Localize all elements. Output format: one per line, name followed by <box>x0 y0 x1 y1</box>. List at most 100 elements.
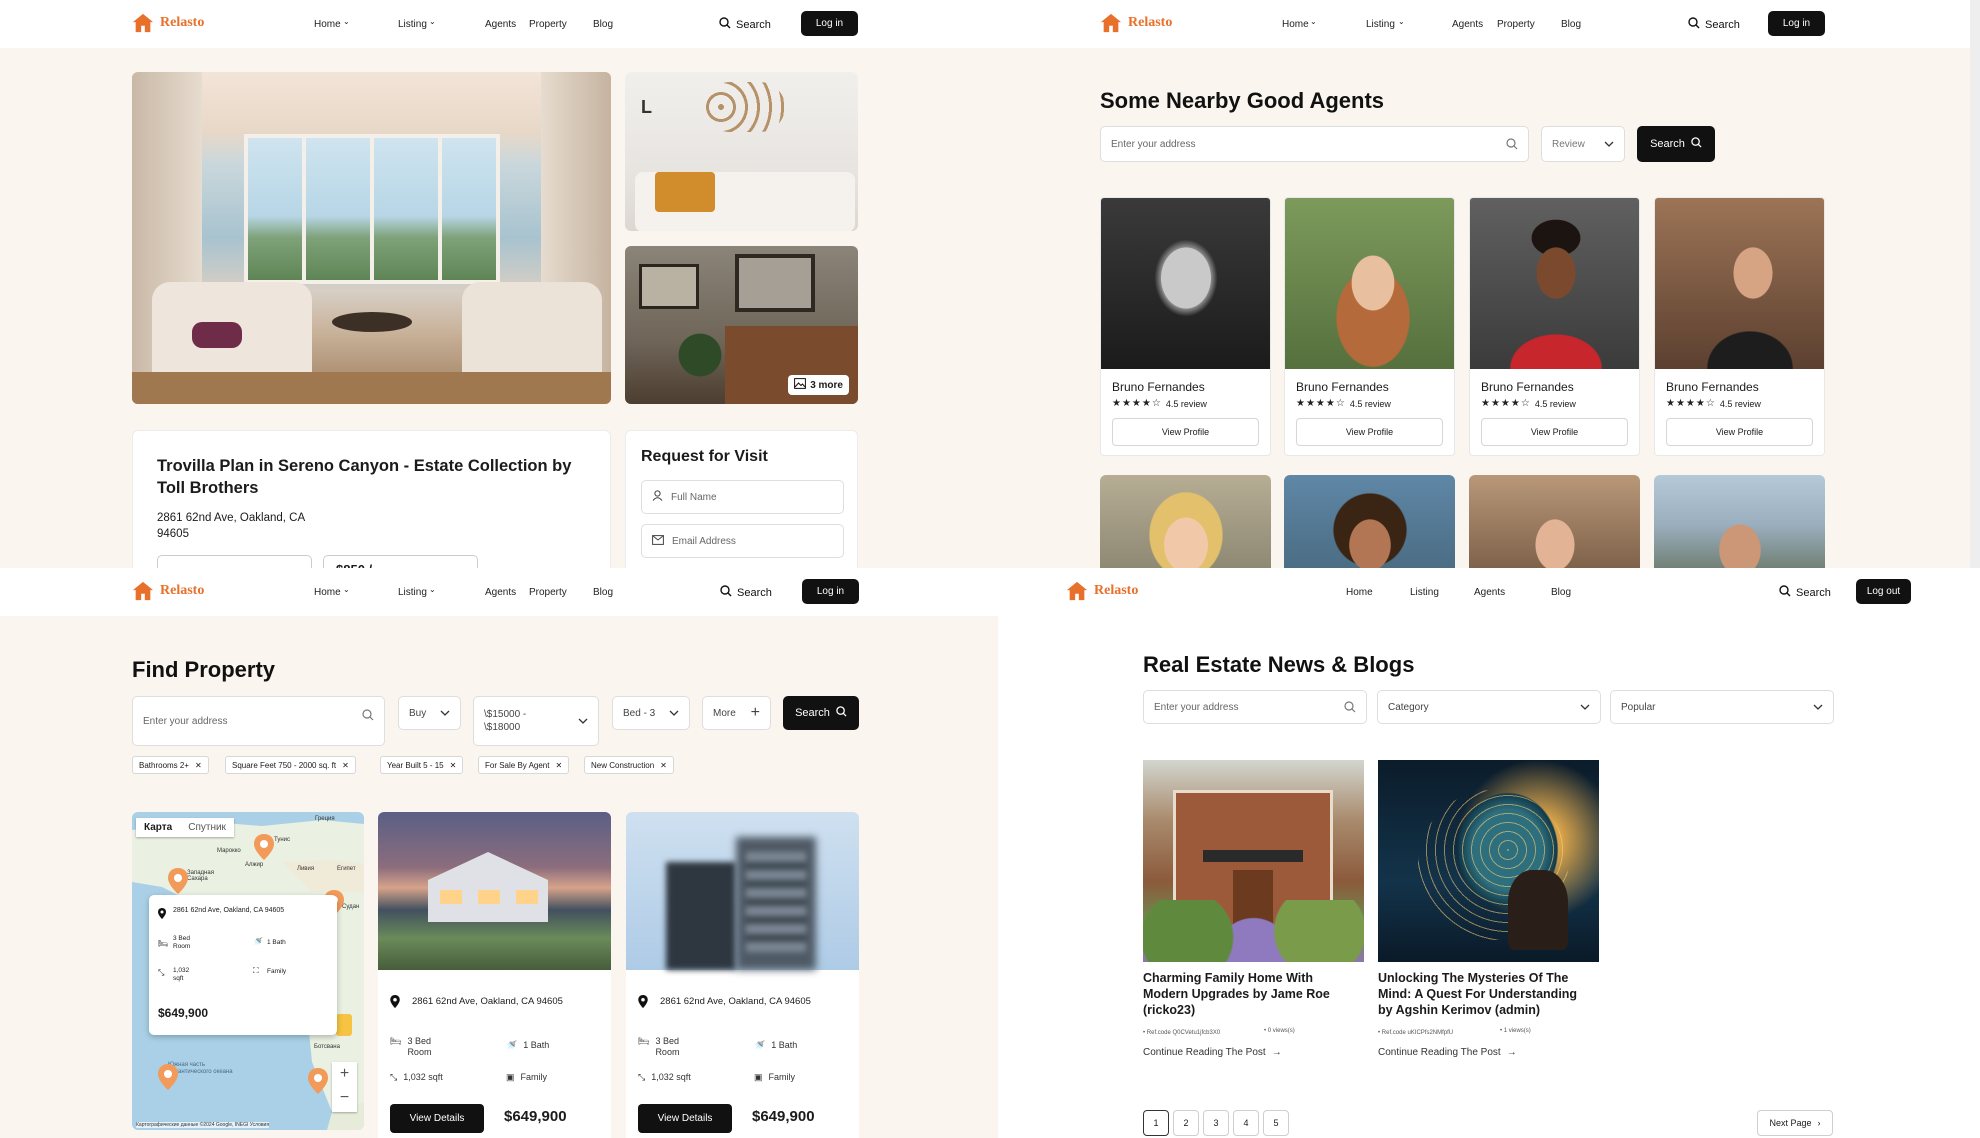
main-property-photo[interactable] <box>132 72 611 404</box>
view-details-button[interactable]: View Details <box>390 1104 484 1133</box>
close-icon[interactable]: ✕ <box>555 761 562 770</box>
nav-blog[interactable]: Blog <box>593 19 613 30</box>
close-icon[interactable]: ✕ <box>450 761 457 770</box>
filter-chip[interactable]: Bathrooms 2+ ✕ <box>132 756 209 774</box>
nav-search[interactable]: Search <box>719 17 771 32</box>
login-button[interactable]: Log in <box>802 579 859 604</box>
view-profile-button[interactable]: View Profile <box>1296 418 1443 446</box>
view-profile-button[interactable]: View Profile <box>1481 418 1628 446</box>
nav-home[interactable]: Home <box>1346 587 1373 598</box>
filter-chip[interactable]: For Sale By Agent ✕ <box>478 756 570 774</box>
category-select[interactable]: Category <box>1377 690 1601 724</box>
login-button[interactable]: Log in <box>1768 11 1825 36</box>
next-page-button[interactable]: Next Page › <box>1757 1110 1833 1136</box>
property-photo[interactable] <box>626 812 859 970</box>
property-map[interactable]: Карта Спутник Греция Тунис Марокко Алжир… <box>132 812 364 1130</box>
property-photo[interactable] <box>378 812 611 970</box>
blog-post-title[interactable]: Unlocking The Mysteries Of The Mind: A Q… <box>1378 970 1594 1018</box>
nav-agents[interactable]: Agents <box>1452 19 1483 30</box>
filter-chip[interactable]: Square Feet 750 - 2000 sq. ft ✕ <box>225 756 356 774</box>
blog-address-input[interactable]: Enter your address <box>1143 690 1367 724</box>
price-range-select[interactable]: \$15000 - \$18000 <box>473 696 599 746</box>
nav-home[interactable]: Home <box>1282 19 1309 30</box>
more-photos-badge[interactable]: 3 more <box>788 375 849 395</box>
nav-property[interactable]: Property <box>529 19 567 30</box>
nav-agents[interactable]: Agents <box>485 19 516 30</box>
nav-blog[interactable]: Blog <box>593 587 613 598</box>
blog-post-image[interactable] <box>1143 760 1364 962</box>
hallway-photo[interactable]: 3 more <box>625 246 858 404</box>
zoom-out-icon[interactable]: − <box>332 1086 357 1110</box>
property-card[interactable]: 2861 62nd Ave, Oakland, CA 94605 🛏 3 Bed … <box>378 812 611 1138</box>
agent-photo[interactable] <box>1655 198 1824 369</box>
full-name-input[interactable]: Full Name <box>641 480 844 514</box>
brand-logo[interactable]: Relasto <box>132 12 204 34</box>
filter-chip[interactable]: Year Built 5 - 15 ✕ <box>380 756 464 774</box>
buy-select[interactable]: Buy <box>398 696 461 730</box>
nav-blog[interactable]: Blog <box>1561 19 1581 30</box>
bed-select[interactable]: Bed - 3 <box>612 696 690 730</box>
logout-button[interactable]: Log out <box>1856 579 1911 604</box>
filter-chip[interactable]: New Construction ✕ <box>584 756 674 774</box>
nav-search[interactable]: Search <box>1779 585 1831 600</box>
nav-listing[interactable]: Listing <box>398 587 427 598</box>
nav-agents[interactable]: Agents <box>485 587 516 598</box>
blog-post-title[interactable]: Charming Family Home With Modern Upgrade… <box>1143 970 1353 1018</box>
map-popup[interactable]: 2861 62nd Ave, Oakland, CA 94605 🛏 3 Bed… <box>149 895 337 1035</box>
agent-photo[interactable] <box>1654 475 1825 568</box>
nav-listing[interactable]: Listing <box>1366 19 1395 30</box>
agent-search-button[interactable]: Search <box>1637 126 1715 162</box>
agent-address-input[interactable]: Enter your address <box>1100 126 1529 162</box>
nav-agents[interactable]: Agents <box>1474 587 1505 598</box>
page-button[interactable]: 5 <box>1263 1110 1289 1136</box>
street-view-icon[interactable] <box>336 1014 352 1036</box>
map-pin-icon[interactable] <box>254 834 274 865</box>
nav-listing[interactable]: Listing <box>1410 587 1439 598</box>
nav-blog[interactable]: Blog <box>1551 587 1571 598</box>
brand-logo[interactable]: Relasto <box>1100 12 1172 34</box>
blog-post-image[interactable] <box>1378 760 1599 962</box>
zoom-in-icon[interactable]: + <box>332 1062 357 1086</box>
review-select[interactable]: Review <box>1541 126 1625 162</box>
map-tab[interactable]: Карта <box>136 818 180 837</box>
nav-listing[interactable]: Listing <box>398 19 427 30</box>
page-button[interactable]: 1 <box>1143 1110 1169 1136</box>
agent-photo[interactable] <box>1469 475 1640 568</box>
nav-home[interactable]: Home <box>314 19 341 30</box>
view-profile-button[interactable]: View Profile <box>1666 418 1813 446</box>
agent-photo[interactable] <box>1100 475 1271 568</box>
brand-logo[interactable]: Relasto <box>132 580 204 602</box>
agent-photo[interactable] <box>1285 198 1454 369</box>
agent-photo[interactable] <box>1101 198 1270 369</box>
more-filters-button[interactable]: More + <box>702 696 771 730</box>
page-button[interactable]: 3 <box>1203 1110 1229 1136</box>
map-pin-icon[interactable] <box>308 1068 328 1099</box>
property-search-button[interactable]: Search <box>783 696 859 730</box>
property-address-input[interactable]: Enter your address <box>132 696 385 746</box>
agent-photo[interactable] <box>1284 475 1455 568</box>
action-button[interactable] <box>157 555 312 568</box>
nav-property[interactable]: Property <box>1497 19 1535 30</box>
agent-photo[interactable] <box>1470 198 1639 369</box>
login-button[interactable]: Log in <box>801 11 858 36</box>
brand-logo[interactable]: Relasto <box>1066 580 1138 602</box>
nav-property[interactable]: Property <box>529 587 567 598</box>
continue-reading-link[interactable]: Continue Reading The Post → <box>1378 1047 1517 1058</box>
close-icon[interactable]: ✕ <box>342 761 349 770</box>
property-card[interactable]: 2861 62nd Ave, Oakland, CA 94605 🛏 3 Bed … <box>626 812 859 1138</box>
nav-search[interactable]: Search <box>1688 17 1740 32</box>
continue-reading-link[interactable]: Continue Reading The Post → <box>1143 1047 1282 1058</box>
living-room-photo[interactable]: L <box>625 72 858 231</box>
nav-search[interactable]: Search <box>720 585 772 600</box>
scrollbar[interactable] <box>1970 0 1980 568</box>
close-icon[interactable]: ✕ <box>195 761 202 770</box>
view-details-button[interactable]: View Details <box>638 1104 732 1133</box>
page-button[interactable]: 2 <box>1173 1110 1199 1136</box>
satellite-tab[interactable]: Спутник <box>180 818 234 837</box>
page-button[interactable]: 4 <box>1233 1110 1259 1136</box>
close-icon[interactable]: ✕ <box>660 761 667 770</box>
view-profile-button[interactable]: View Profile <box>1112 418 1259 446</box>
email-input[interactable]: Email Address <box>641 524 844 558</box>
sort-select[interactable]: Popular <box>1610 690 1834 724</box>
nav-home[interactable]: Home <box>314 587 341 598</box>
